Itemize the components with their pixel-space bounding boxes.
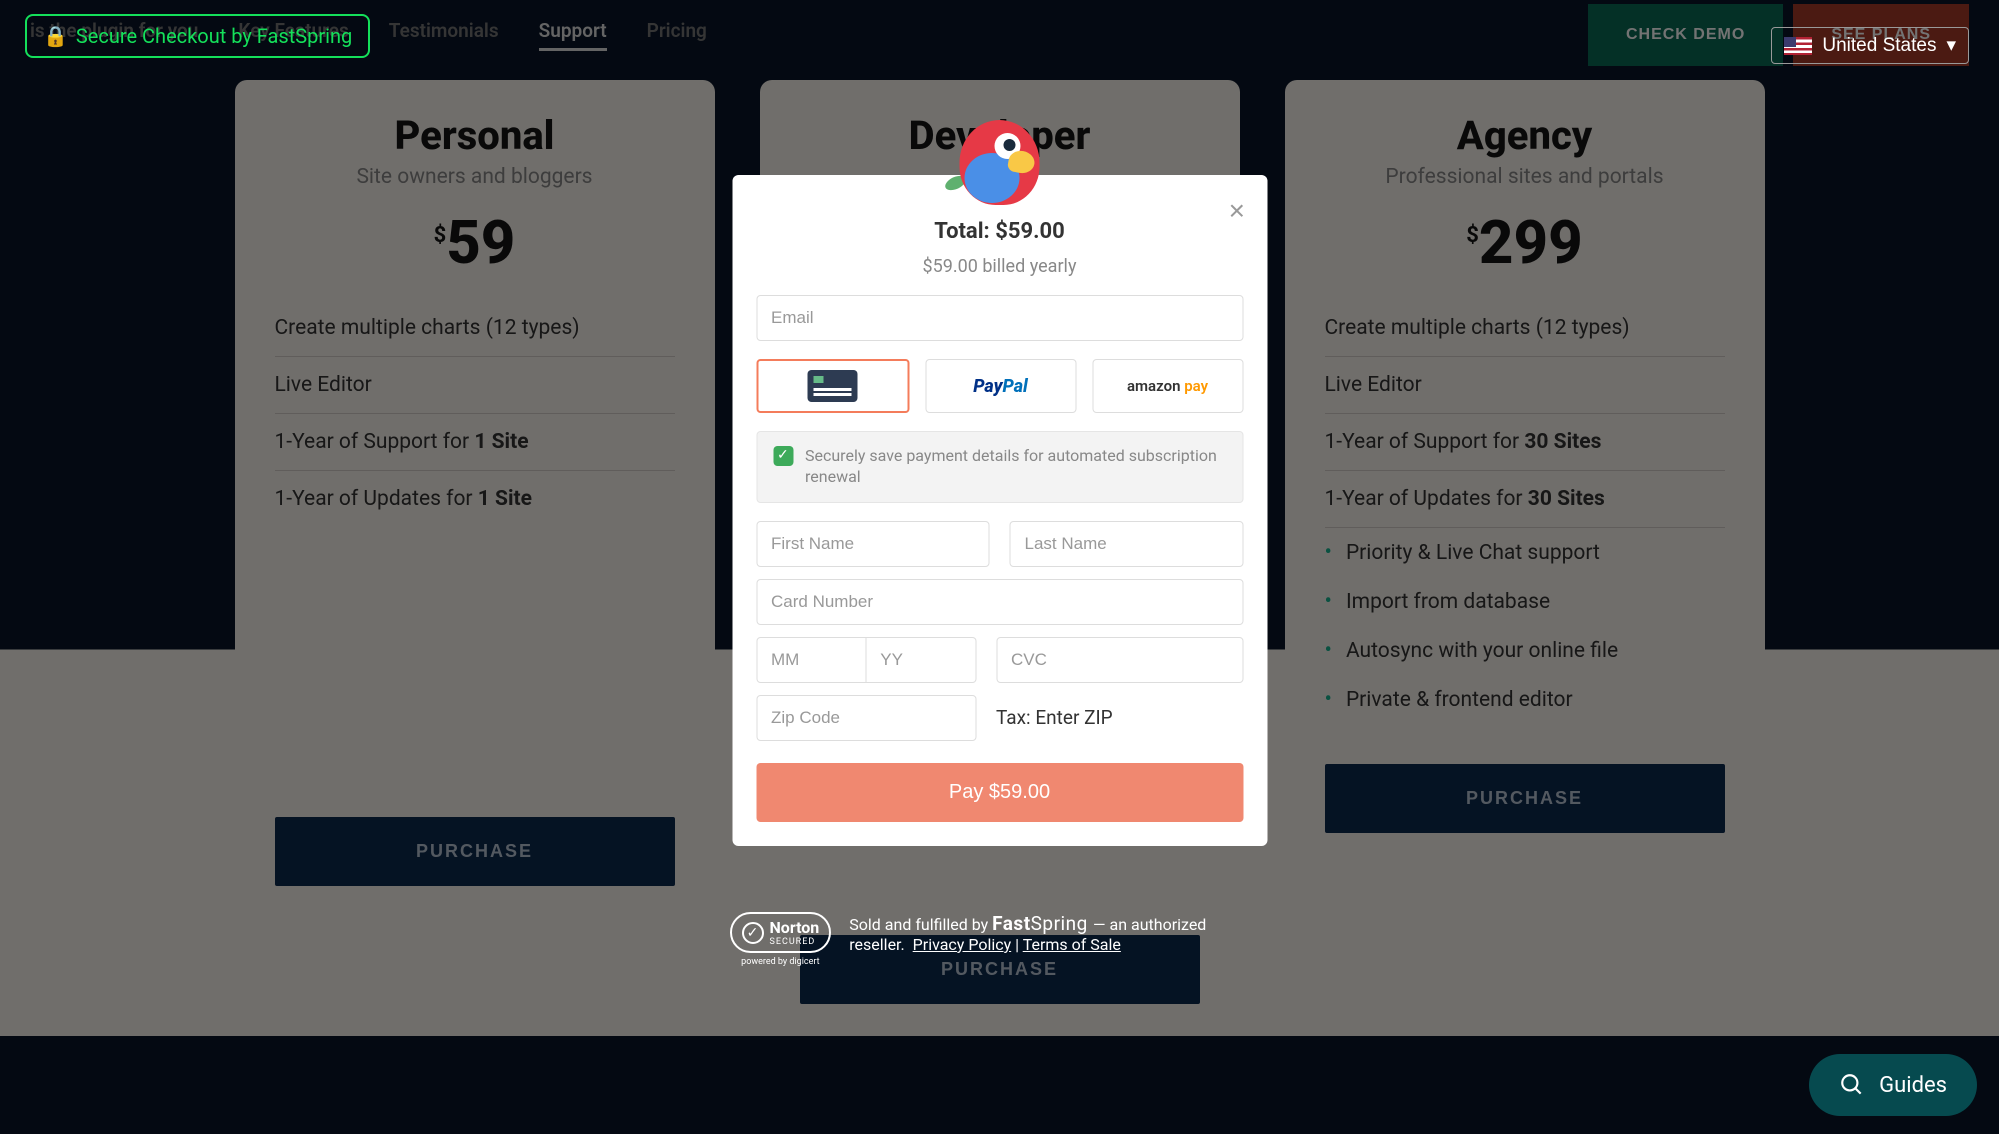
lock-icon: 🔒 <box>43 24 68 48</box>
payment-method-amazon[interactable]: amazon pay <box>1092 359 1243 413</box>
privacy-policy-link[interactable]: Privacy Policy <box>913 935 1012 954</box>
save-payment-text: Securely save payment details for automa… <box>805 446 1226 488</box>
expiry-year-input[interactable] <box>866 637 976 683</box>
checkout-modal: × Total: $59.00 $59.00 billed yearly Pay… <box>732 175 1267 846</box>
country-label: United States <box>1822 35 1936 57</box>
close-modal-button[interactable]: × <box>1229 195 1245 227</box>
checkmark-icon: ✓ <box>742 922 764 944</box>
guides-button[interactable]: Guides <box>1809 1054 1977 1116</box>
billing-line: $59.00 billed yearly <box>756 256 1243 277</box>
payment-method-paypal[interactable]: PayPal <box>925 359 1076 413</box>
trust-footer: ✓ Norton SECURED powered by digicert Sol… <box>730 912 1270 967</box>
first-name-input[interactable] <box>756 521 990 567</box>
secure-checkout-badge: 🔒 Secure Checkout by FastSpring <box>25 14 370 58</box>
pay-button[interactable]: Pay $59.00 <box>756 763 1243 822</box>
us-flag-icon <box>1784 37 1812 55</box>
terms-of-sale-link[interactable]: Terms of Sale <box>1023 935 1121 954</box>
payment-method-card[interactable] <box>756 359 909 413</box>
search-icon <box>1839 1072 1865 1098</box>
tax-label: Tax: Enter ZIP <box>996 706 1113 729</box>
brand-logo-parrot-icon <box>945 105 1055 215</box>
email-input[interactable] <box>756 295 1243 341</box>
amazon-pay-logo-icon: amazon pay <box>1127 377 1208 395</box>
fastspring-logo: FastSpring <box>992 912 1093 935</box>
payment-method-row: PayPal amazon pay <box>756 359 1243 413</box>
guides-label: Guides <box>1879 1073 1947 1098</box>
total-line: Total: $59.00 <box>756 219 1243 244</box>
save-payment-checkbox[interactable] <box>773 446 793 466</box>
last-name-input[interactable] <box>1010 521 1244 567</box>
secure-checkout-text: Secure Checkout by FastSpring <box>76 24 352 48</box>
caret-down-icon: ▾ <box>1946 34 1956 57</box>
country-selector[interactable]: United States ▾ <box>1771 27 1969 64</box>
paypal-logo-icon: PayPal <box>973 376 1028 397</box>
cvc-input[interactable] <box>996 637 1243 683</box>
norton-secured-badge: ✓ Norton SECURED powered by digicert <box>730 912 832 967</box>
credit-card-icon <box>808 370 858 402</box>
reseller-text: Sold and fulfilled by FastSpring — an au… <box>849 912 1269 954</box>
zip-input[interactable] <box>756 695 976 741</box>
card-number-input[interactable] <box>756 579 1243 625</box>
expiry-month-input[interactable] <box>756 637 866 683</box>
save-payment-box: Securely save payment details for automa… <box>756 431 1243 503</box>
